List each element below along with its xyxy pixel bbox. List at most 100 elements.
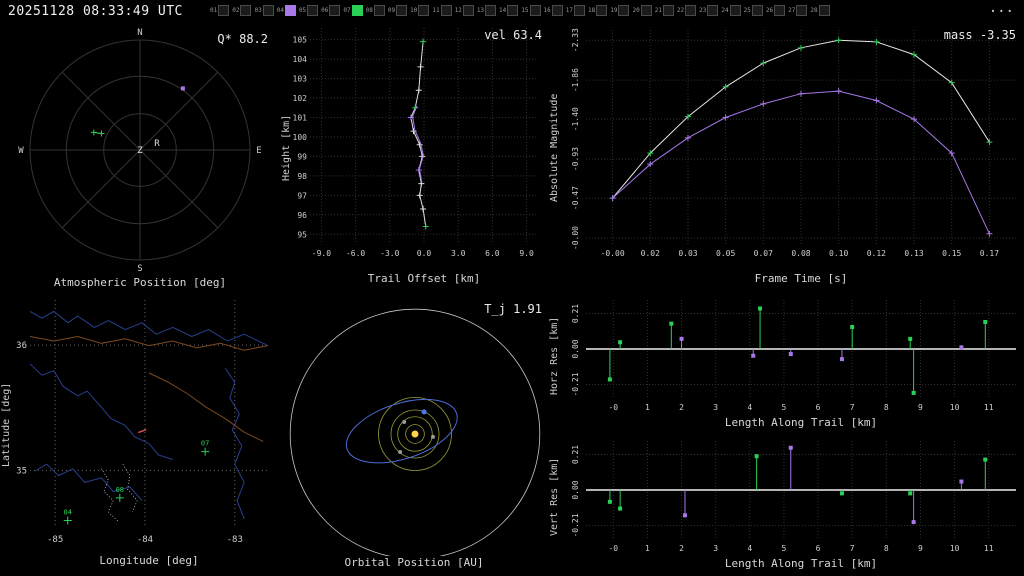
station-toggle-20[interactable]: 20	[632, 5, 652, 16]
svg-text:10: 10	[950, 544, 960, 553]
station-id-label: 01	[210, 6, 218, 14]
q-value-label: Q* 88.2	[217, 32, 268, 46]
station-toggle-18[interactable]: 18	[587, 5, 608, 16]
station-toggle-25[interactable]: 25	[744, 5, 763, 16]
svg-text:0.15: 0.15	[942, 249, 961, 258]
station-state-box	[329, 5, 341, 16]
svg-text:10: 10	[950, 403, 960, 412]
station-toggle-28[interactable]: 28	[810, 5, 830, 16]
station-state-box	[818, 5, 830, 16]
station-id-label: 06	[321, 6, 329, 14]
svg-text:Z: Z	[137, 146, 143, 156]
station-id-label: 20	[632, 6, 640, 14]
svg-text:W: W	[18, 146, 24, 156]
panel-light-curve: Absolute Magnitude mass -3.35 -0.00 0.02 0…	[548, 22, 1024, 294]
station-strip: 01 02 03 04 05 06 07 08 09 10 11 12 13 14 15 16 17 18 19 20…	[210, 5, 833, 16]
station-id-label: 28	[810, 6, 818, 14]
station-state-box	[796, 5, 808, 16]
station-state-box	[640, 5, 652, 16]
station-toggle-14[interactable]: 14	[499, 5, 519, 16]
station-toggle-05[interactable]: 05	[299, 5, 319, 16]
svg-text:100: 100	[293, 133, 308, 142]
orbit-body-sun	[411, 430, 419, 438]
panel-height-profile: Height [km] vel 63.4 -9.0 -6.0 -3.0 0.0 3.0 6…	[280, 22, 548, 294]
station-toggle-12[interactable]: 12	[455, 5, 474, 16]
svg-text:1: 1	[645, 544, 650, 553]
svg-text:96: 96	[297, 211, 307, 220]
station-toggle-21[interactable]: 21	[655, 5, 674, 16]
station-state-box	[262, 5, 274, 16]
station-toggle-27[interactable]: 27	[788, 5, 808, 16]
station-id-label: 26	[765, 6, 774, 14]
station-state-box	[218, 5, 230, 16]
station-toggle-10[interactable]: 10	[410, 5, 430, 16]
svg-text:0.0: 0.0	[417, 249, 432, 258]
station-toggle-04[interactable]: 04	[277, 5, 296, 16]
svg-text:9: 9	[918, 544, 923, 553]
svg-text:2: 2	[679, 403, 684, 412]
trail-offset-axis-label: Trail Offset [km]	[367, 272, 481, 285]
station-toggle-17[interactable]: 17	[566, 5, 585, 16]
svg-text:6.0: 6.0	[485, 249, 500, 258]
vertical-residuals-plot: -0 1 2 3 4 5 6 7 8 9 10 11 0.21 0.00 -0.21	[571, 441, 1016, 553]
svg-text:N: N	[137, 28, 142, 38]
svg-text:-0: -0	[608, 403, 618, 412]
svg-text:102: 102	[293, 94, 308, 103]
svg-text:6: 6	[816, 403, 821, 412]
svg-text:2: 2	[679, 544, 684, 553]
station-state-box	[774, 5, 786, 16]
svg-text:0.13: 0.13	[904, 249, 923, 258]
station-toggle-08[interactable]: 08	[366, 5, 385, 16]
svg-text:-0.00: -0.00	[601, 249, 625, 258]
station-toggle-11[interactable]: 11	[432, 5, 452, 16]
station-toggle-22[interactable]: 22	[676, 5, 697, 16]
svg-text:0.02: 0.02	[641, 249, 660, 258]
station-state-box	[573, 5, 585, 16]
svg-text:9.0: 9.0	[519, 249, 534, 258]
svg-text:11: 11	[984, 403, 994, 412]
station-toggle-24[interactable]: 24	[721, 5, 741, 16]
panel-vertical-residuals: Vert Res [km] -0 1 2 3 4 5 6 7 8 9 10 11 0.21 0.00 -0.…	[548, 435, 1024, 576]
orbital-position-plot	[289, 308, 541, 556]
station-toggle-07[interactable]: 07	[343, 5, 363, 16]
svg-text:0.12: 0.12	[867, 249, 886, 258]
station-state-box	[373, 5, 385, 16]
station-toggle-02[interactable]: 02	[232, 5, 252, 16]
station-state-box	[351, 5, 363, 16]
vert-res-axis-label: Vert Res [km]	[549, 457, 560, 536]
svg-text:6: 6	[816, 544, 821, 553]
station-state-box	[462, 5, 474, 16]
station-state-box	[485, 5, 497, 16]
panel-horizontal-residuals: Horz Res [km] -0 1 2 3 4 5 6 7 8 9 10 11 0.21 0.00 -0.…	[548, 294, 1024, 435]
station-state-box	[418, 5, 430, 16]
station-toggle-16[interactable]: 16	[544, 5, 563, 16]
station-id-label: 22	[676, 6, 685, 14]
svg-text:99: 99	[297, 152, 307, 161]
velocity-label: vel 63.4	[484, 28, 542, 42]
station-toggle-26[interactable]: 26	[765, 5, 786, 16]
station-id-label: 13	[476, 6, 485, 14]
svg-text:-83: -83	[227, 535, 243, 545]
svg-text:5: 5	[782, 403, 787, 412]
svg-text:0.21: 0.21	[571, 445, 580, 464]
station-id-label: 08	[365, 6, 373, 14]
station-toggle-13[interactable]: 13	[476, 5, 497, 16]
panel-atmospheric-position: Q* 88.2 N E S W Z R Atmospheric Position [deg…	[0, 22, 280, 294]
station-toggle-03[interactable]: 03	[254, 5, 274, 16]
station-state-box	[685, 5, 697, 16]
station-toggle-23[interactable]: 23	[699, 5, 719, 16]
length-along-trail-axis-label-1: Length Along Trail [km]	[724, 416, 878, 429]
station-toggle-15[interactable]: 15	[521, 5, 541, 16]
svg-text:-1.40: -1.40	[571, 107, 580, 131]
station-toggle-01[interactable]: 01	[210, 5, 230, 16]
svg-text:4: 4	[747, 544, 752, 553]
station-toggle-09[interactable]: 09	[388, 5, 408, 16]
svg-text:-0.21: -0.21	[571, 513, 580, 537]
overflow-menu[interactable]: ...	[989, 0, 1014, 16]
station-toggle-19[interactable]: 19	[610, 5, 630, 16]
atmospheric-position-caption: Atmospheric Position [deg]	[53, 276, 227, 289]
station-toggle-06[interactable]: 06	[321, 5, 341, 16]
station-id-label: 18	[587, 6, 596, 14]
svg-text:3: 3	[713, 403, 718, 412]
station-state-box	[284, 5, 296, 16]
